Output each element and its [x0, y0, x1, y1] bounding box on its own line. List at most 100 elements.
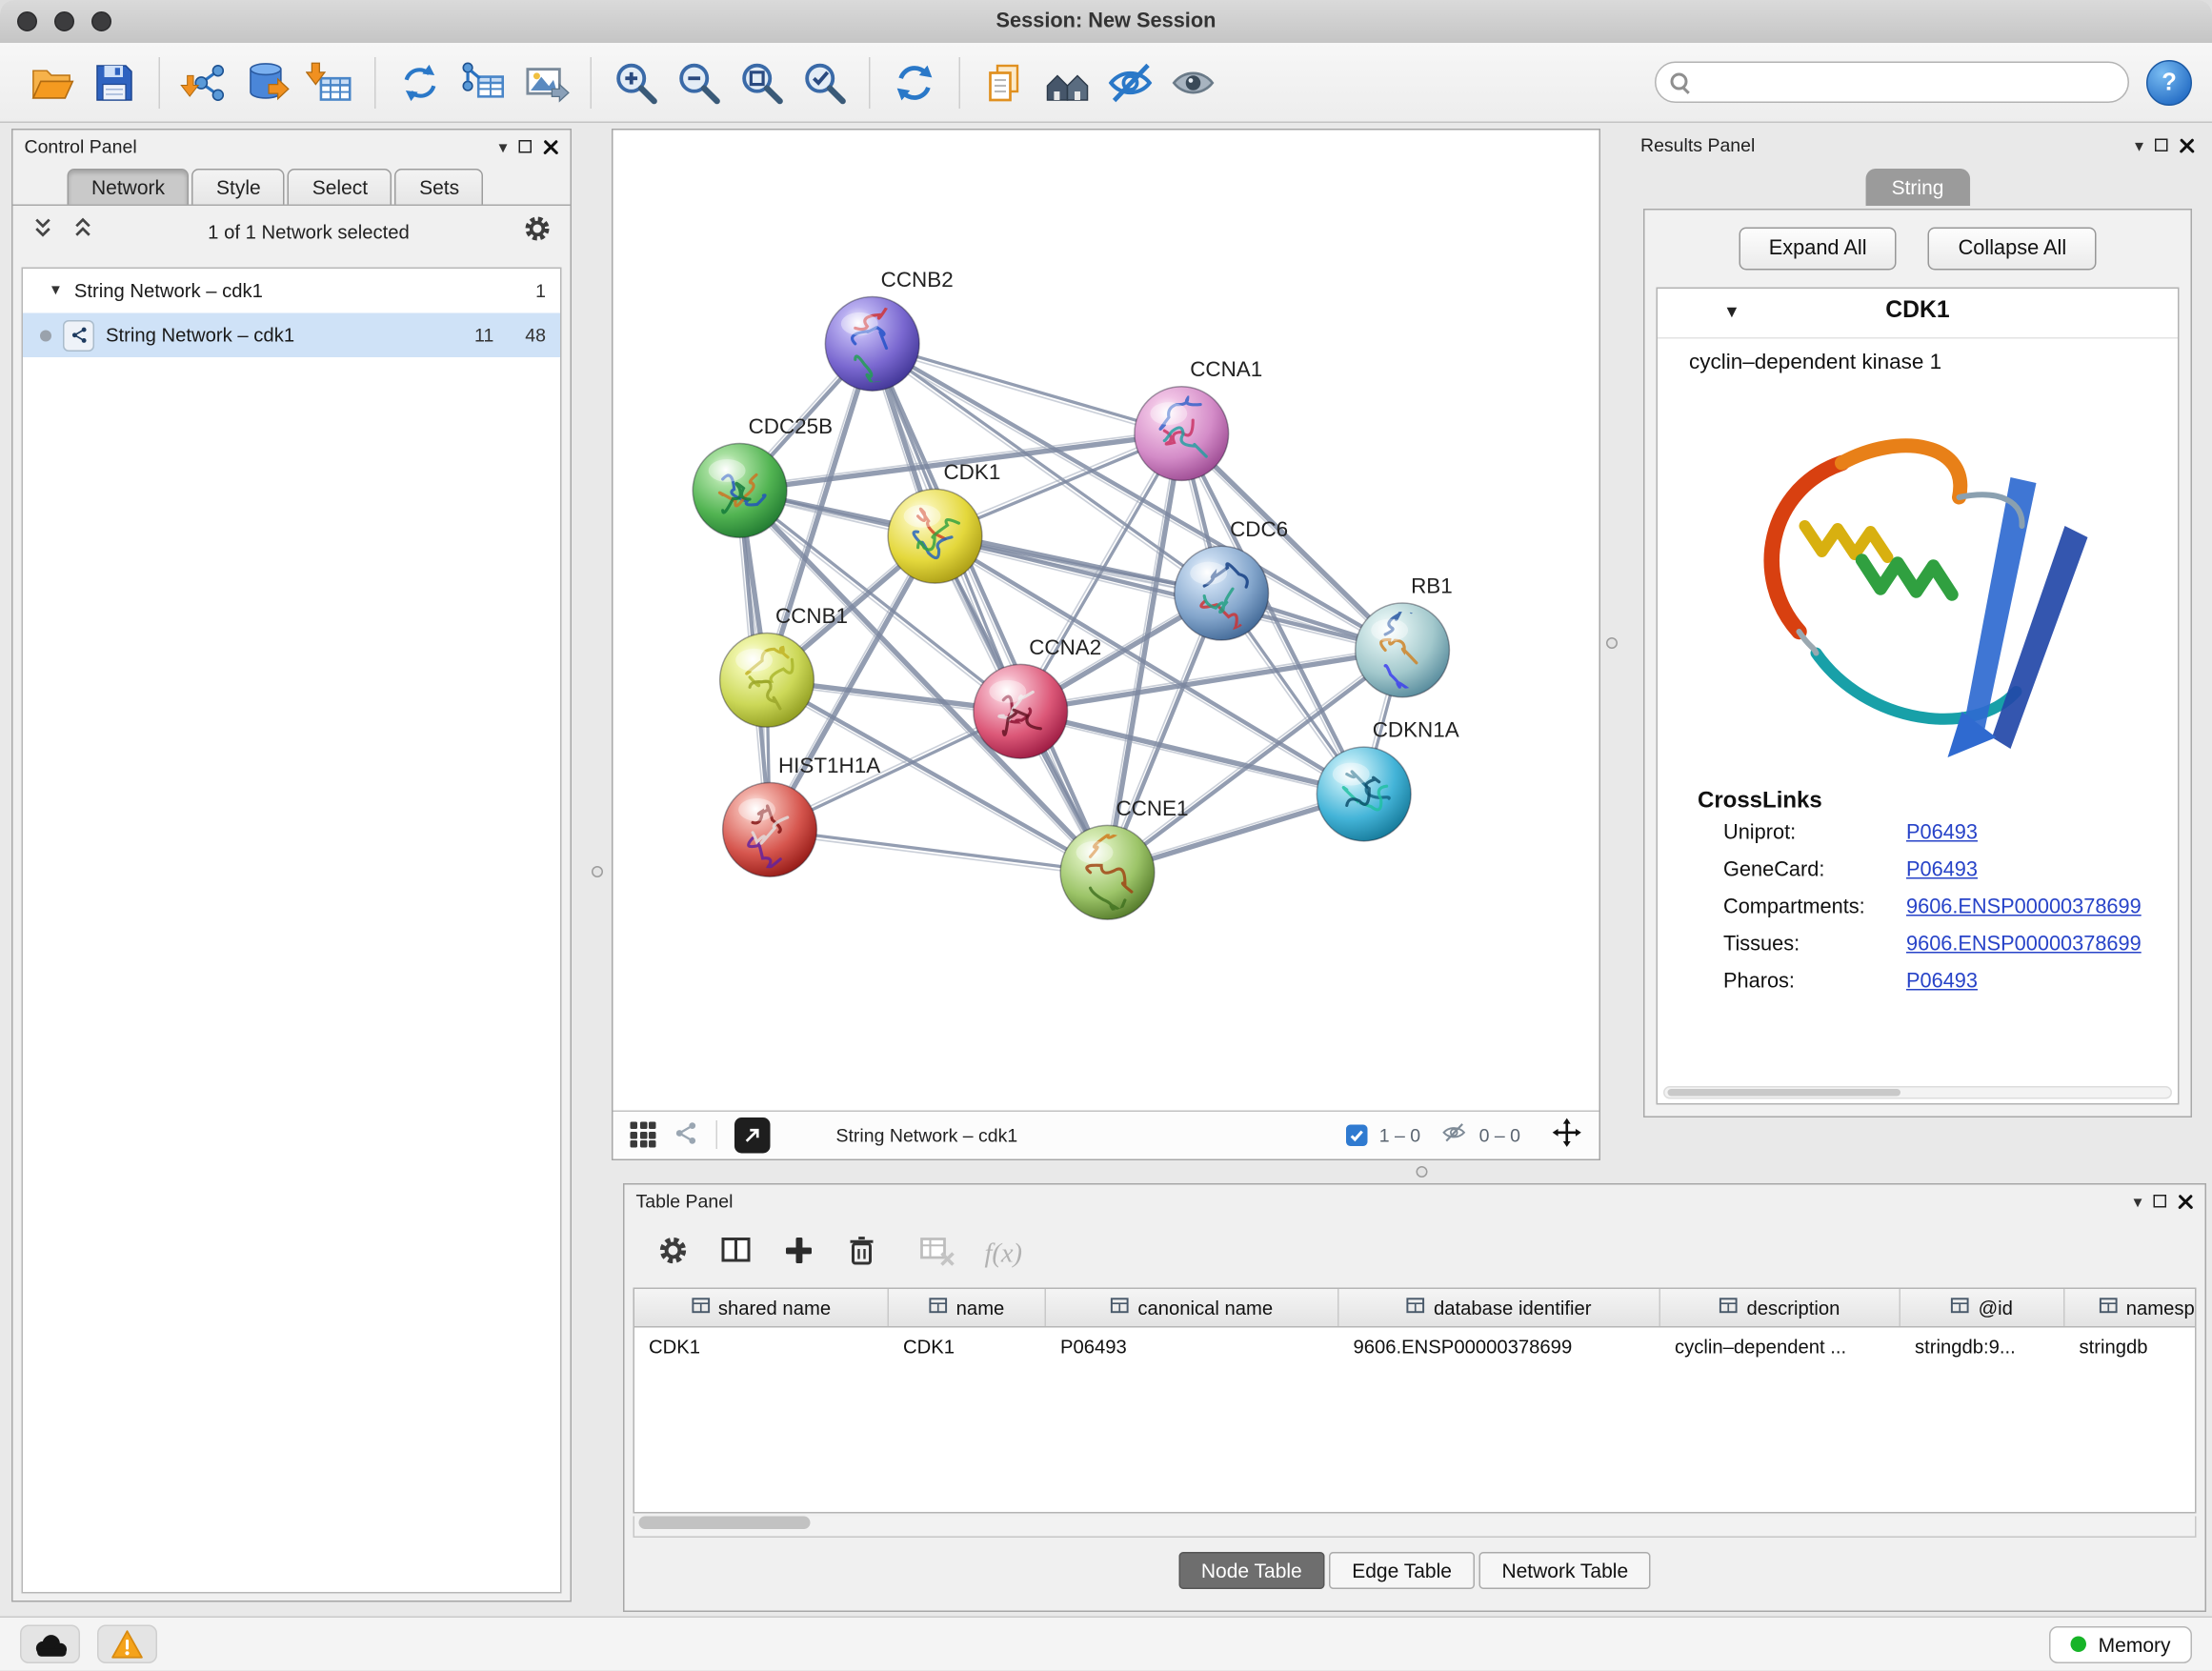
save-session-icon[interactable]: [83, 50, 146, 113]
hidden-items-icon[interactable]: [1440, 1119, 1468, 1151]
network-canvas[interactable]: CCNB2CCNA1CDC25BCDK1CDC6RB1CCNB1CCNA2CDK…: [613, 131, 1599, 1111]
collapse-panel-icon[interactable]: ▾: [498, 138, 507, 155]
close-table-icon[interactable]: [2178, 1194, 2194, 1210]
tab-style[interactable]: Style: [192, 169, 286, 205]
expand-all-button[interactable]: Expand All: [1739, 228, 1897, 271]
warnings-button[interactable]: [97, 1625, 157, 1664]
memory-button[interactable]: Memory: [2050, 1626, 2192, 1663]
tab-select[interactable]: Select: [288, 169, 392, 205]
zoom-fit-icon[interactable]: [731, 50, 794, 113]
column-header-database-identifier[interactable]: database identifier: [1339, 1289, 1661, 1326]
network-node[interactable]: [1060, 825, 1155, 919]
crosslink-value[interactable]: P06493: [1906, 971, 1978, 994]
network-node[interactable]: [1317, 747, 1411, 841]
column-header-name[interactable]: name: [889, 1289, 1046, 1326]
import-database-icon[interactable]: [236, 50, 299, 113]
left-splitter-handle[interactable]: [592, 866, 603, 877]
birdseye-grid-icon[interactable]: [631, 1122, 656, 1148]
crosslink-value[interactable]: P06493: [1906, 859, 1978, 882]
table-settings-gear-icon[interactable]: [656, 1234, 691, 1276]
open-session-icon[interactable]: [20, 50, 83, 113]
network-node[interactable]: [825, 296, 919, 391]
collapse-all-networks-icon[interactable]: [70, 215, 96, 249]
tab-network-table[interactable]: Network Table: [1478, 1552, 1651, 1589]
cloud-services-button[interactable]: [20, 1625, 80, 1664]
annotation-copy-icon[interactable]: [974, 50, 1036, 113]
expand-all-networks-icon[interactable]: [30, 215, 56, 249]
table-row[interactable]: CDK1CDK1P064939606.ENSP00000378699cyclin…: [634, 1328, 2195, 1367]
close-results-icon[interactable]: [2180, 137, 2196, 153]
right-splitter-handle[interactable]: [1606, 637, 1618, 649]
import-table-icon[interactable]: [299, 50, 362, 113]
hide-details-icon[interactable]: [1099, 50, 1162, 113]
column-header-shared-name[interactable]: shared name: [634, 1289, 889, 1326]
home-networks-icon[interactable]: [1036, 50, 1099, 113]
entry-scrollbar[interactable]: [1663, 1086, 2172, 1099]
tab-edge-table[interactable]: Edge Table: [1329, 1552, 1475, 1589]
network-edge[interactable]: [873, 344, 1108, 873]
bottom-splitter-handle[interactable]: [1417, 1166, 1428, 1178]
column-header-namespac[interactable]: namespac: [2065, 1289, 2197, 1326]
network-options-gear-icon[interactable]: [522, 212, 553, 252]
network-node[interactable]: [1135, 387, 1229, 481]
table-panel-title: Table Panel: [636, 1191, 2122, 1213]
tab-node-table[interactable]: Node Table: [1178, 1552, 1325, 1589]
show-columns-icon[interactable]: [719, 1234, 754, 1276]
crosslink-value[interactable]: 9606.ENSP00000378699: [1906, 896, 2142, 919]
delete-column-icon[interactable]: [845, 1234, 879, 1276]
collapse-table-icon[interactable]: ▾: [2133, 1193, 2142, 1210]
title-bar: Session: New Session: [0, 0, 2212, 45]
network-node[interactable]: [974, 664, 1068, 758]
network-collection-row[interactable]: ▼ String Network – cdk1 1: [23, 269, 560, 313]
hidden-counter: 0 – 0: [1479, 1124, 1520, 1146]
layout-network-icon[interactable]: [389, 50, 452, 113]
current-network-name: String Network – cdk1: [836, 1124, 1018, 1146]
network-from-table-icon[interactable]: [452, 50, 514, 113]
column-header-@id[interactable]: @id: [1900, 1289, 2065, 1326]
network-node[interactable]: [888, 489, 982, 583]
float-panel-icon[interactable]: [519, 140, 533, 153]
zoom-in-icon[interactable]: [605, 50, 668, 113]
collection-disclosure-icon[interactable]: ▼: [49, 283, 63, 299]
zoom-selected-icon[interactable]: [794, 50, 856, 113]
tab-network[interactable]: Network: [68, 169, 190, 205]
zoom-out-icon[interactable]: [668, 50, 731, 113]
crosslink-value[interactable]: P06493: [1906, 822, 1978, 845]
import-network-icon[interactable]: [173, 50, 236, 113]
network-node[interactable]: [693, 444, 787, 538]
pan-mode-icon[interactable]: [1552, 1117, 1582, 1152]
selected-nodes-icon[interactable]: [1346, 1124, 1368, 1146]
search-input[interactable]: [1700, 70, 2114, 95]
float-results-icon[interactable]: [2155, 139, 2168, 152]
close-panel-icon[interactable]: [543, 139, 559, 155]
crosslink-row: Uniprot:P06493: [1658, 815, 2178, 852]
show-details-icon[interactable]: [1162, 50, 1225, 113]
column-type-icon: [1406, 1297, 1425, 1319]
network-edge[interactable]: [770, 830, 1107, 873]
string-share-icon[interactable]: [674, 1119, 699, 1150]
collapse-results-icon[interactable]: ▾: [2135, 136, 2143, 153]
tab-sets[interactable]: Sets: [395, 169, 484, 205]
network-row-selected[interactable]: String Network – cdk1 11 48: [23, 313, 560, 358]
node-label: CCNA1: [1190, 357, 1262, 381]
float-table-icon[interactable]: [2154, 1195, 2167, 1208]
column-header-description[interactable]: description: [1660, 1289, 1900, 1326]
node-label: CCNA2: [1029, 635, 1101, 659]
refresh-icon[interactable]: [883, 50, 946, 113]
network-node[interactable]: [723, 783, 817, 877]
export-image-icon[interactable]: [514, 50, 577, 113]
open-in-browser-icon[interactable]: [734, 1117, 771, 1153]
network-node[interactable]: [1356, 603, 1450, 697]
table-horizontal-scrollbar[interactable]: [633, 1517, 2197, 1539]
collapse-all-button[interactable]: Collapse All: [1928, 228, 2097, 271]
tab-string[interactable]: String: [1866, 169, 1970, 206]
network-node[interactable]: [720, 633, 814, 727]
network-edge[interactable]: [873, 344, 1182, 433]
search-icon: [1671, 72, 1691, 92]
help-button[interactable]: ?: [2146, 59, 2192, 105]
add-column-icon[interactable]: [782, 1234, 816, 1276]
column-header-canonical-name[interactable]: canonical name: [1046, 1289, 1339, 1326]
crosslink-value[interactable]: 9606.ENSP00000378699: [1906, 934, 2142, 956]
table-type-tabs: Node TableEdge TableNetwork Table: [625, 1552, 2205, 1589]
network-node[interactable]: [1175, 546, 1269, 640]
